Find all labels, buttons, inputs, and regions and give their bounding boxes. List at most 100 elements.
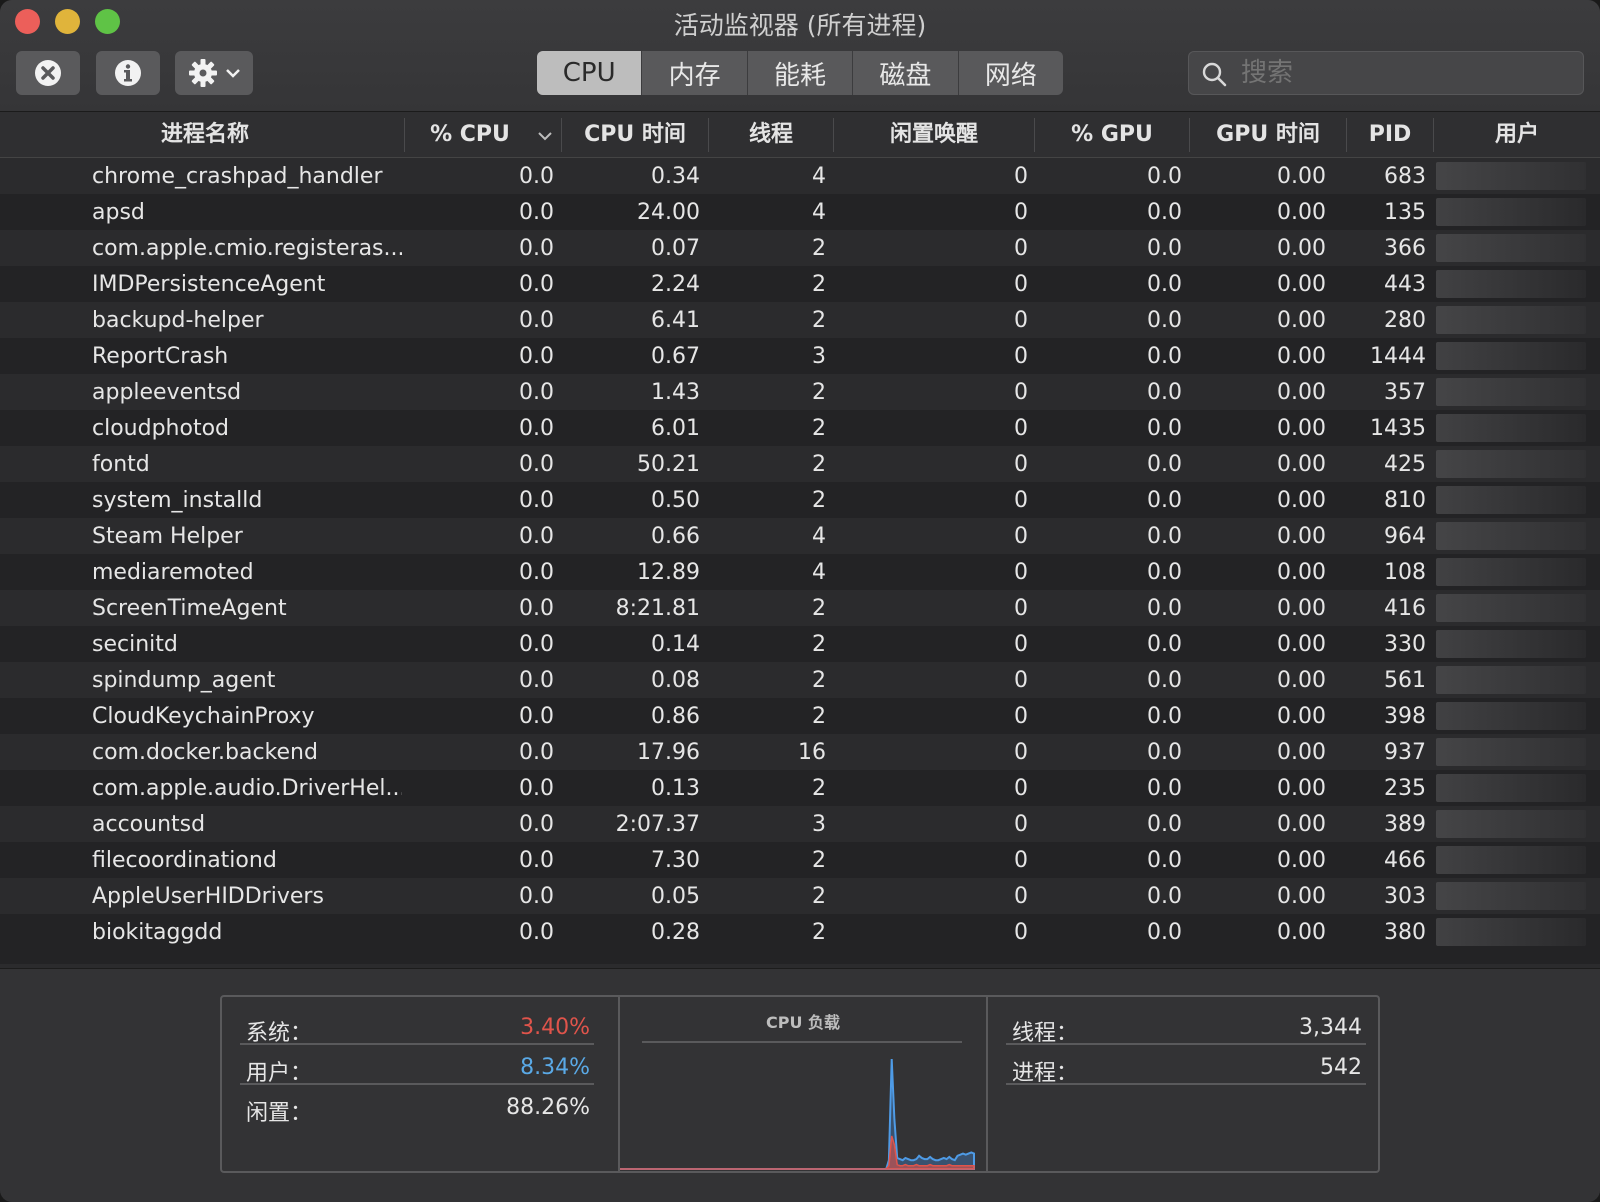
column-header-pid[interactable]: PID <box>1347 112 1433 158</box>
tab-network[interactable]: 网络 <box>957 51 1063 95</box>
chevron-down-icon <box>226 69 240 78</box>
table-row[interactable]: system_installd 0.0 0.50 2 0 0.0 0.00 810 <box>0 482 1600 518</box>
cell-cpu-percent: 0.0 <box>519 416 554 441</box>
table-row[interactable]: spindump_agent 0.0 0.08 2 0 0.0 0.00 561 <box>0 662 1600 698</box>
cell-gpu-time: 0.00 <box>1277 596 1326 621</box>
column-header-user[interactable]: 用户 <box>1434 112 1600 158</box>
table-row[interactable]: biokitaggdd 0.0 0.28 2 0 0.0 0.00 380 <box>0 914 1600 950</box>
cell-threads: 2 <box>812 452 826 477</box>
cell-cpu-time: 1.43 <box>651 380 700 405</box>
column-header-threads[interactable]: 线程 <box>709 112 833 158</box>
table-row[interactable]: AppleUserHIDDrivers 0.0 0.05 2 0 0.0 0.00 303 <box>0 878 1600 914</box>
user-stat: 用户： 8.34% <box>240 1045 594 1086</box>
table-row[interactable]: secinitd 0.0 0.14 2 0 0.0 0.00 330 <box>0 626 1600 662</box>
table-row[interactable]: backupd-helper 0.0 6.41 2 0 0.0 0.00 280 <box>0 302 1600 338</box>
cell-process-name: com.apple.audio.DriverHel... <box>92 776 402 801</box>
cell-user-redacted <box>1436 270 1586 298</box>
cell-cpu-percent: 0.0 <box>519 884 554 909</box>
cell-cpu-time: 0.08 <box>651 668 700 693</box>
column-header-process-name[interactable]: 进程名称 <box>60 112 350 158</box>
column-header-gpu-time[interactable]: GPU 时间 <box>1190 112 1346 158</box>
cell-gpu-percent: 0.0 <box>1147 524 1182 549</box>
cell-gpu-time: 0.00 <box>1277 416 1326 441</box>
table-row[interactable]: com.apple.audio.DriverHel... 0.0 0.13 2 0 0.0… <box>0 770 1600 806</box>
threads-value: 3,344 <box>1299 1015 1362 1040</box>
table-row[interactable]: appleeventsd 0.0 1.43 2 0 0.0 0.00 357 <box>0 374 1600 410</box>
cell-idle-wakeups: 0 <box>1014 308 1028 333</box>
cell-threads: 2 <box>812 920 826 945</box>
table-row[interactable]: fontd 0.0 50.21 2 0 0.0 0.00 425 <box>0 446 1600 482</box>
cell-pid: 466 <box>1384 848 1426 873</box>
cell-gpu-percent: 0.0 <box>1147 848 1182 873</box>
tab-energy[interactable]: 能耗 <box>746 51 852 95</box>
cell-threads: 3 <box>812 812 826 837</box>
table-row[interactable]: cloudphotod 0.0 6.01 2 0 0.0 0.00 1435 <box>0 410 1600 446</box>
cell-idle-wakeups: 0 <box>1014 344 1028 369</box>
cell-threads: 16 <box>798 740 826 765</box>
table-header: 进程名称 % CPU CPU 时间 线程 闲置唤醒 % GPU GPU 时间 P… <box>0 112 1600 158</box>
table-row[interactable]: filecoordinationd 0.0 7.30 2 0 0.0 0.00 466 <box>0 842 1600 878</box>
cell-gpu-percent: 0.0 <box>1147 596 1182 621</box>
process-table[interactable]: chrome_crashpad_handler 0.0 0.34 4 0 0.0 0.00 6… <box>0 158 1600 968</box>
cell-cpu-percent: 0.0 <box>519 596 554 621</box>
cell-cpu-percent: 0.0 <box>519 704 554 729</box>
cell-pid: 389 <box>1384 812 1426 837</box>
cell-user-redacted <box>1436 558 1586 586</box>
cell-cpu-percent: 0.0 <box>519 668 554 693</box>
table-row[interactable]: Steam Helper 0.0 0.66 4 0 0.0 0.00 964 <box>0 518 1600 554</box>
cell-threads: 2 <box>812 596 826 621</box>
table-row[interactable]: mediaremoted 0.0 12.89 4 0 0.0 0.00 108 <box>0 554 1600 590</box>
cell-pid: 810 <box>1384 488 1426 513</box>
cell-gpu-percent: 0.0 <box>1147 272 1182 297</box>
stop-process-button[interactable] <box>16 51 80 95</box>
cell-cpu-time: 0.28 <box>651 920 700 945</box>
cell-pid: 964 <box>1384 524 1426 549</box>
column-header-cpu-time[interactable]: CPU 时间 <box>562 112 708 158</box>
cell-user-redacted <box>1436 774 1586 802</box>
idle-value: 88.26% <box>506 1095 590 1120</box>
action-menu-button[interactable] <box>175 51 253 95</box>
user-load-series <box>620 1058 975 1170</box>
info-icon <box>115 60 141 86</box>
cell-pid: 380 <box>1384 920 1426 945</box>
view-tabs: CPU 内存 能耗 磁盘 网络 <box>537 51 1063 95</box>
table-row[interactable]: accountsd 0.0 2:07.37 3 0 0.0 0.00 389 <box>0 806 1600 842</box>
search-input[interactable] <box>1241 56 1571 90</box>
cell-user-redacted <box>1436 594 1586 622</box>
cell-gpu-time: 0.00 <box>1277 884 1326 909</box>
cell-gpu-time: 0.00 <box>1277 488 1326 513</box>
column-header-idle-wakeups[interactable]: 闲置唤醒 <box>834 112 1034 158</box>
tab-memory[interactable]: 内存 <box>641 51 746 95</box>
tab-disk[interactable]: 磁盘 <box>852 51 957 95</box>
inspect-process-button[interactable] <box>96 51 160 95</box>
table-row[interactable]: ScreenTimeAgent 0.0 8:21.81 2 0 0.0 0.00 416 <box>0 590 1600 626</box>
cell-idle-wakeups: 0 <box>1014 596 1028 621</box>
table-row[interactable]: apsd 0.0 24.00 4 0 0.0 0.00 135 <box>0 194 1600 230</box>
table-row[interactable]: ReportCrash 0.0 0.67 3 0 0.0 0.00 1444 <box>0 338 1600 374</box>
cell-cpu-time: 0.14 <box>651 632 700 657</box>
chart-title: CPU 负载 <box>765 1013 841 1032</box>
cell-threads: 2 <box>812 416 826 441</box>
table-row[interactable]: chrome_crashpad_handler 0.0 0.34 4 0 0.0 0.00 6… <box>0 158 1600 194</box>
table-row[interactable]: com.apple.cmio.registeras... 0.0 0.07 2 0 0.0… <box>0 230 1600 266</box>
table-row[interactable]: CloudKeychainProxy 0.0 0.86 2 0 0.0 0.00 398 <box>0 698 1600 734</box>
table-row[interactable]: IMDPersistenceAgent 0.0 2.24 2 0 0.0 0.00 443 <box>0 266 1600 302</box>
table-row[interactable]: com.docker.backend 0.0 17.96 16 0 0.0 0.00 937 <box>0 734 1600 770</box>
cell-user-redacted <box>1436 846 1586 874</box>
cell-gpu-percent: 0.0 <box>1147 560 1182 585</box>
column-header-gpu-percent[interactable]: % GPU <box>1035 112 1189 158</box>
cell-cpu-time: 7.30 <box>651 848 700 873</box>
cell-gpu-percent: 0.0 <box>1147 632 1182 657</box>
cell-gpu-time: 0.00 <box>1277 272 1326 297</box>
column-header-cpu-percent[interactable]: % CPU <box>405 112 535 158</box>
processes-stat: 进程： 542 <box>1006 1045 1366 1086</box>
search-field[interactable] <box>1188 51 1584 95</box>
tab-cpu[interactable]: CPU <box>537 51 642 95</box>
cell-process-name: ReportCrash <box>92 344 229 369</box>
cell-threads: 2 <box>812 308 826 333</box>
cell-process-name: AppleUserHIDDrivers <box>92 884 324 909</box>
cell-user-redacted <box>1436 198 1586 226</box>
cell-gpu-time: 0.00 <box>1277 704 1326 729</box>
cell-pid: 108 <box>1384 560 1426 585</box>
cell-cpu-percent: 0.0 <box>519 380 554 405</box>
